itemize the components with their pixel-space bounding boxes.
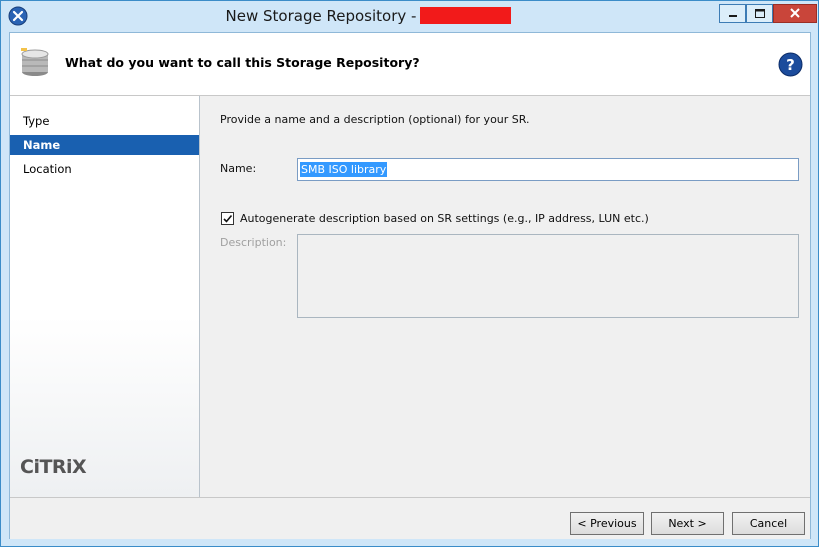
nav-step-location[interactable]: Location	[10, 159, 199, 179]
wizard-steps-nav: Type Name Location CiTRiX	[10, 96, 200, 497]
maximize-icon	[755, 9, 765, 18]
description-label: Description:	[220, 236, 287, 249]
cancel-button[interactable]: Cancel	[732, 512, 805, 535]
checkmark-icon	[223, 214, 233, 223]
wizard-header: What do you want to call this Storage Re…	[10, 33, 810, 96]
help-icon[interactable]: ?	[778, 52, 803, 77]
page-title: What do you want to call this Storage Re…	[65, 55, 420, 70]
wizard-footer: < Previous Next > Cancel	[10, 497, 810, 539]
wizard-window: New Storage Repository - What do you wan…	[0, 0, 819, 547]
name-step-content: Provide a name and a description (option…	[200, 96, 810, 497]
close-icon	[790, 8, 800, 18]
name-input-selected-text: SMB ISO library	[300, 162, 388, 177]
name-label-text: Name:	[220, 162, 257, 175]
autogenerate-label[interactable]: Autogenerate description based on SR set…	[240, 212, 649, 225]
redacted-title-part	[420, 7, 512, 24]
storage-repository-icon	[21, 48, 49, 76]
autogenerate-checkbox[interactable]	[221, 212, 234, 225]
maximize-button[interactable]	[746, 4, 773, 23]
svg-text:?: ?	[786, 56, 795, 74]
wizard-client-area: What do you want to call this Storage Re…	[9, 32, 811, 539]
intro-text: Provide a name and a description (option…	[220, 113, 530, 126]
window-title: New Storage Repository -	[1, 7, 736, 25]
name-label: Name:	[220, 162, 256, 175]
next-button[interactable]: Next >	[651, 512, 724, 535]
nav-step-type[interactable]: Type	[10, 111, 199, 131]
title-bar[interactable]: New Storage Repository -	[1, 1, 818, 31]
window-title-text: New Storage Repository -	[225, 7, 417, 25]
minimize-icon	[729, 15, 737, 17]
citrix-logo: CiTRiX	[20, 456, 87, 478]
nav-step-name[interactable]: Name	[10, 135, 199, 155]
minimize-button[interactable]	[719, 4, 746, 23]
close-button[interactable]	[773, 4, 817, 23]
description-textarea	[297, 234, 799, 318]
previous-button[interactable]: < Previous	[570, 512, 644, 535]
